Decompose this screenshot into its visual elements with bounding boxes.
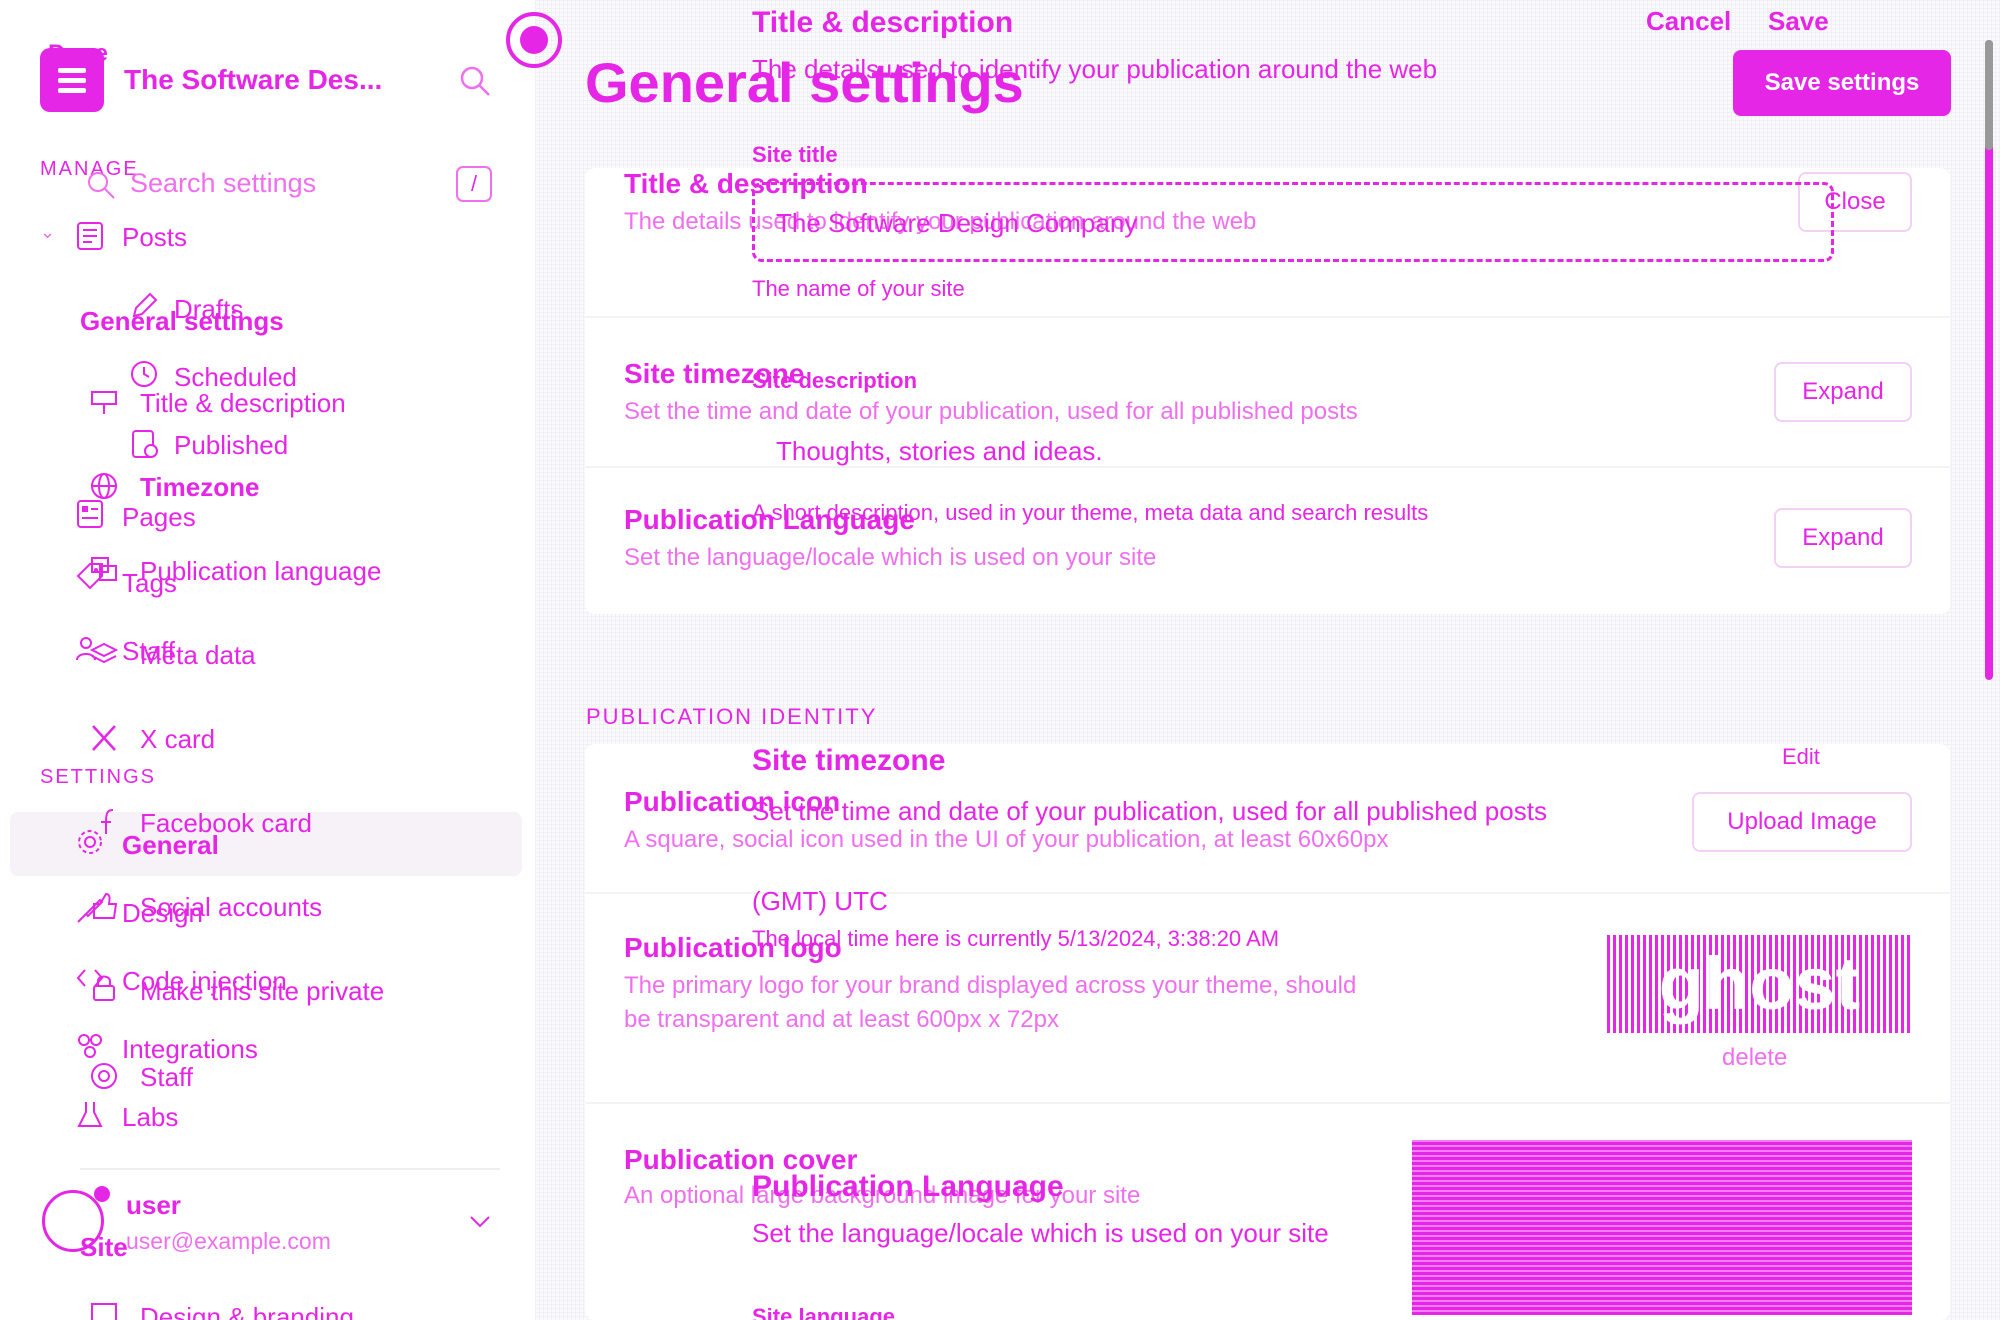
overlay-site-timezone: Site timezone	[752, 744, 946, 777]
publication-cover-image[interactable]	[1412, 1140, 1912, 1315]
row-desc-publication-logo: The primary logo for your brand displaye…	[624, 972, 1357, 999]
desk-icon	[91, 391, 117, 414]
x-icon	[92, 725, 116, 751]
settings-sidebar: Done The Software Des... MANAGE Search s…	[0, 0, 535, 1320]
site-description-label: Site description	[752, 368, 918, 393]
row-desc-publication-language: Set the language/locale which is used on…	[624, 544, 1157, 571]
site-title-label: Site title	[752, 142, 838, 167]
language-icon	[91, 557, 117, 581]
site-description-hint: A short description, used in your theme,…	[752, 500, 1429, 525]
row-desc-publication-icon: A square, social icon used in the UI of …	[624, 826, 1389, 853]
sidebar-item-published[interactable]: Published	[174, 430, 288, 461]
posts-icon	[77, 222, 103, 250]
chevron-down-icon[interactable]	[468, 1214, 492, 1230]
overlay-language-description: Set the language/locale which is used on…	[752, 1218, 1329, 1248]
staff-icon	[91, 1063, 117, 1089]
nav-publication-language[interactable]: Publication language	[140, 556, 381, 587]
flask-icon	[77, 1102, 103, 1127]
general-settings-heading: General settings	[80, 306, 284, 336]
chevron-down-icon[interactable]: ⌄	[40, 222, 55, 243]
lock-icon	[93, 975, 115, 1001]
search-icon	[88, 172, 115, 199]
search-icon[interactable]	[458, 64, 492, 98]
nav-social-accounts[interactable]: Social accounts	[140, 892, 322, 923]
sidebar-item-labs[interactable]: Labs	[122, 1102, 178, 1133]
upload-icon-button[interactable]: Upload Image	[1692, 792, 1912, 852]
row-divider	[585, 1102, 1950, 1104]
settings-label: SETTINGS	[40, 766, 157, 788]
sidebar-divider	[80, 1168, 500, 1170]
local-time-hint: The local time here is currently 5/13/20…	[752, 926, 1280, 951]
nav-x-card[interactable]: X card	[140, 724, 215, 755]
pages-icon	[77, 500, 103, 528]
search-shortcut: /	[456, 166, 492, 202]
published-icon	[132, 430, 158, 458]
expand-language-button[interactable]: Expand	[1774, 508, 1912, 568]
edit-timezone-button[interactable]: Edit	[1782, 744, 1820, 770]
nav-facebook-card[interactable]: Facebook card	[140, 808, 312, 839]
nav-timezone[interactable]: Timezone	[140, 472, 259, 503]
overlay-title-description: Title & description	[752, 6, 1014, 39]
publication-identity-heading: PUBLICATION IDENTITY	[586, 704, 878, 729]
site-language-label: Site language	[752, 1304, 896, 1320]
row-desc-publication-logo-2: be transparent and at least 600px x 72px	[624, 1006, 1059, 1033]
nav-design-branding[interactable]: Design & branding	[140, 1302, 354, 1320]
nav-title-description[interactable]: Title & description	[140, 388, 346, 419]
overlay-timezone-description: Set the time and date of your publicatio…	[752, 796, 1547, 826]
row-divider	[585, 316, 1950, 318]
thumb-icon	[93, 892, 118, 919]
sidebar-item-pages[interactable]: Pages	[122, 502, 196, 533]
done-button[interactable]: Done	[48, 40, 108, 68]
expand-timezone-button[interactable]: Expand	[1774, 362, 1912, 422]
sidebar-item-posts[interactable]: Posts	[122, 222, 187, 253]
selection-radio[interactable]	[506, 12, 562, 68]
clock-icon	[131, 361, 157, 387]
status-dot	[94, 1186, 110, 1202]
nav-make-site-private[interactable]: Make this site private	[140, 976, 384, 1007]
site-title-hint: The name of your site	[752, 276, 965, 301]
scrollbar-thumb[interactable]	[1985, 40, 1993, 150]
layers-icon	[89, 642, 119, 664]
publication-logo-image: ghost	[1607, 935, 1912, 1033]
cancel-button[interactable]: Cancel	[1646, 6, 1731, 37]
row-desc-site-timezone: Set the time and date of your publicatio…	[624, 398, 1358, 425]
overlay-description: The details used to identify your public…	[752, 54, 1438, 84]
save-settings-button[interactable]: Save settings	[1733, 50, 1951, 116]
nav-staff[interactable]: Staff	[140, 1062, 193, 1093]
site-section-label: Site	[80, 1232, 128, 1262]
integrations-icon	[78, 1034, 102, 1058]
nav-meta-data[interactable]: Meta data	[140, 640, 256, 671]
site-title-value: The Software Design Company	[776, 208, 1138, 238]
site-name[interactable]: The Software Des...	[124, 64, 382, 96]
user-email: user@example.com	[126, 1228, 331, 1254]
search-input[interactable]: Search settings	[130, 168, 316, 199]
timezone-value[interactable]: (GMT) UTC	[752, 886, 888, 917]
design-icon	[91, 1303, 117, 1320]
sidebar-item-integrations[interactable]: Integrations	[122, 1034, 258, 1065]
facebook-icon	[101, 809, 114, 834]
overlay-publication-language: Publication Language	[752, 1170, 1064, 1203]
user-name: user	[126, 1190, 181, 1220]
save-button[interactable]: Save	[1768, 6, 1829, 37]
site-description-value[interactable]: Thoughts, stories and ideas.	[776, 436, 1103, 467]
globe-icon	[91, 473, 117, 499]
delete-logo-link[interactable]: delete	[1722, 1044, 1787, 1072]
